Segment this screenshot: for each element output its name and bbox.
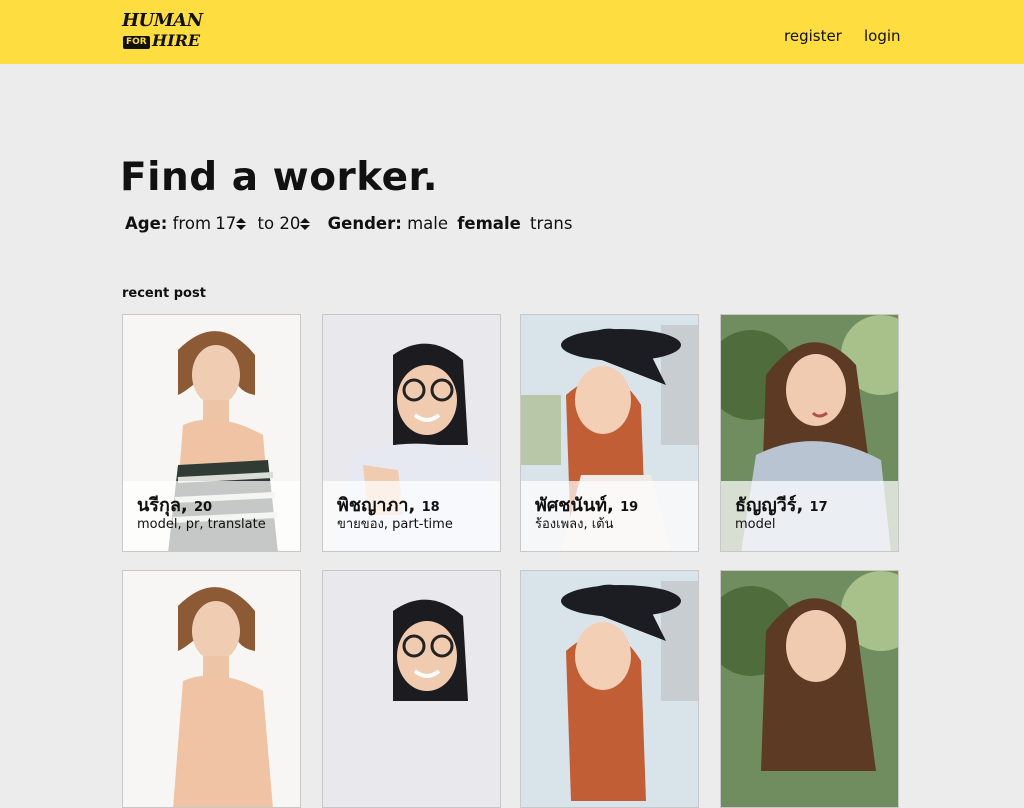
worker-photo [123, 571, 300, 807]
worker-age: 20 [194, 500, 213, 515]
logo-bottom-text: HIRE [152, 31, 201, 50]
logo-for-badge: FOR [123, 36, 150, 49]
worker-age: 18 [421, 500, 440, 515]
worker-name-text: พิชญาภา [337, 495, 409, 516]
worker-caption: พิชญาภา, 18 ขายของ, part-time [323, 481, 500, 551]
worker-photo [323, 571, 500, 807]
worker-photo [521, 571, 698, 807]
worker-name-text: ธัญญวีร์ [735, 495, 797, 516]
worker-card[interactable]: ธัญญวีร์, 17 model [720, 314, 899, 552]
worker-name: พิชญาภา, 18 [337, 495, 440, 516]
worker-age: 17 [809, 500, 828, 515]
age-from-stepper-icon[interactable] [236, 217, 247, 231]
page-title: Find a worker. [120, 155, 439, 200]
age-label: Age: [125, 213, 168, 233]
worker-card[interactable] [322, 570, 501, 808]
worker-tags: model, pr, translate [137, 517, 266, 532]
worker-name: พัศชนันท์, 19 [535, 495, 639, 516]
worker-card[interactable] [520, 570, 699, 808]
worker-name-text: นรีกุล [137, 495, 181, 516]
login-link[interactable]: login [864, 27, 901, 45]
worker-tags: model [735, 517, 776, 532]
worker-card[interactable] [122, 570, 301, 808]
worker-name: นรีกุล, 20 [137, 495, 213, 516]
worker-photo [721, 571, 898, 807]
worker-name: ธัญญวีร์, 17 [735, 495, 828, 516]
gender-label: Gender: [327, 213, 402, 233]
worker-caption: พัศชนันท์, 19 ร้องเพลง, เต้น [521, 481, 698, 551]
age-to-value[interactable]: 20 [279, 213, 300, 235]
recent-post-heading: recent post [122, 286, 206, 301]
worker-card[interactable]: พัศชนันท์, 19 ร้องเพลง, เต้น [520, 314, 699, 552]
worker-caption: นรีกุล, 20 model, pr, translate [123, 481, 300, 551]
gender-option-male[interactable]: male [407, 213, 448, 235]
register-link[interactable]: register [784, 27, 842, 45]
top-bar: HUMAN FOR HIRE register login [0, 0, 1024, 64]
age-to-label: to [257, 213, 275, 233]
worker-age: 19 [620, 500, 639, 515]
worker-caption: ธัญญวีร์, 17 model [721, 481, 898, 551]
logo[interactable]: HUMAN FOR HIRE [122, 12, 203, 52]
worker-name-text: พัศชนันท์ [535, 495, 607, 516]
age-to-stepper-icon[interactable] [300, 217, 311, 231]
worker-tags: ขายของ, part-time [337, 517, 453, 532]
gender-option-trans[interactable]: trans [530, 213, 572, 235]
logo-top-text: HUMAN [122, 10, 203, 31]
worker-card[interactable] [720, 570, 899, 808]
worker-tags: ร้องเพลง, เต้น [535, 517, 614, 532]
age-from-value[interactable]: 17 [215, 213, 236, 235]
gender-option-female[interactable]: female [457, 213, 521, 235]
age-from-label: from [172, 213, 212, 233]
worker-card[interactable]: นรีกุล, 20 model, pr, translate [122, 314, 301, 552]
worker-card[interactable]: พิชญาภา, 18 ขายของ, part-time [322, 314, 501, 552]
filter-bar: Age: from 17 to 20 Gender: male female t… [125, 212, 572, 235]
